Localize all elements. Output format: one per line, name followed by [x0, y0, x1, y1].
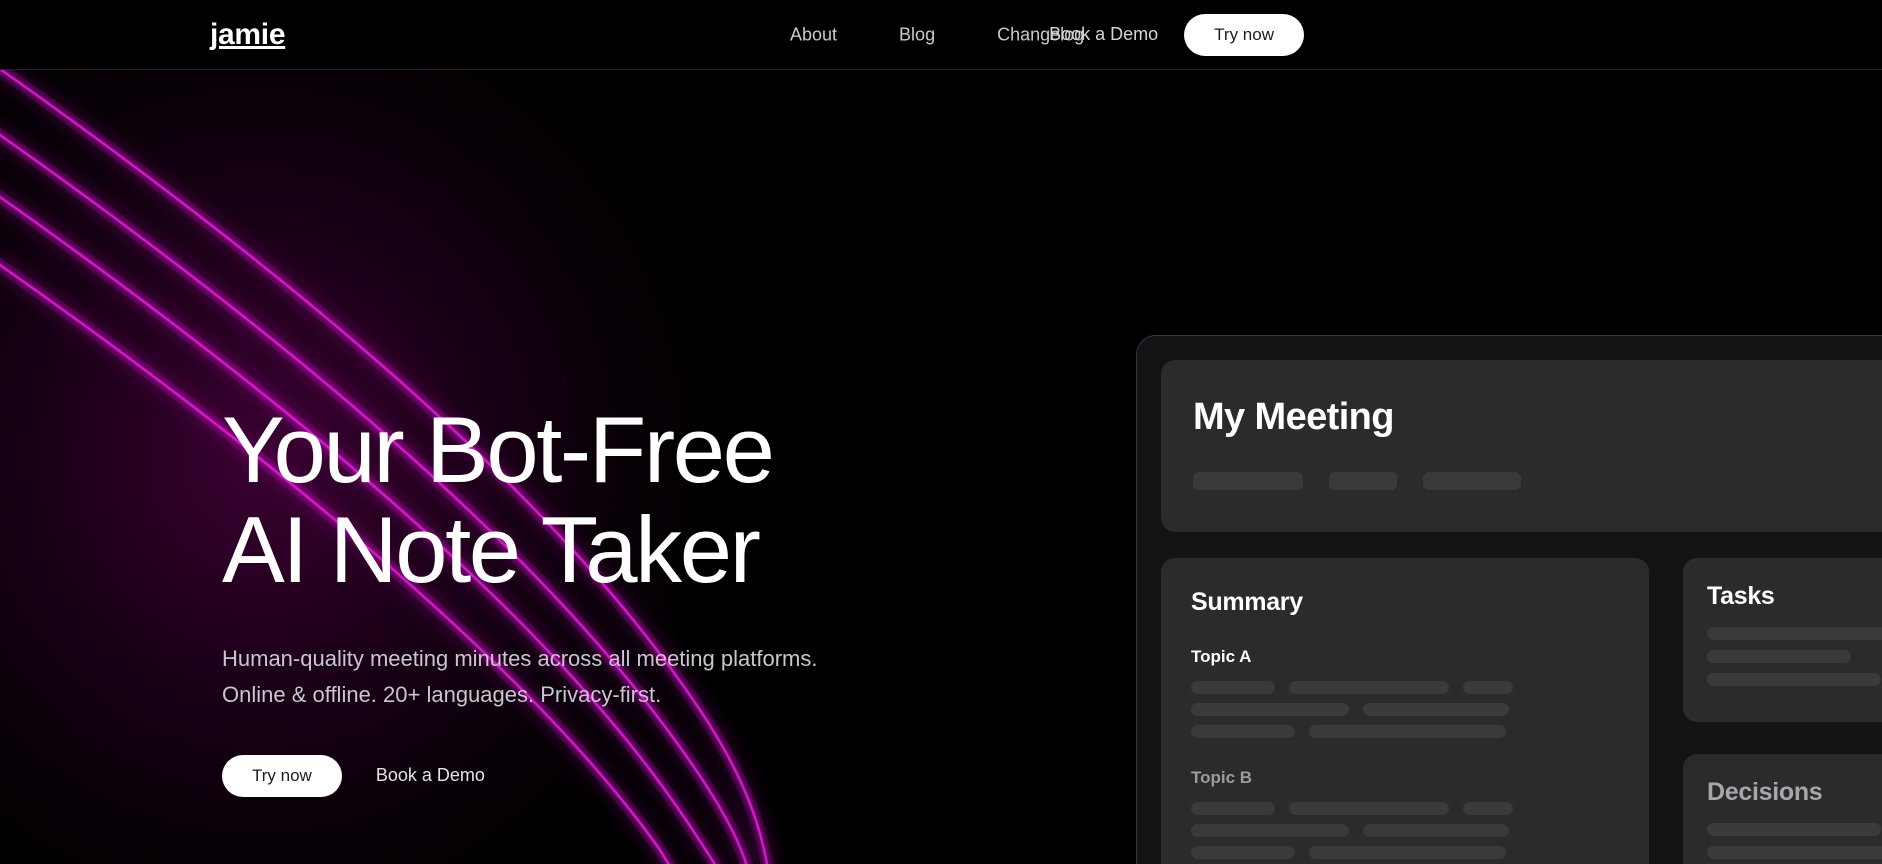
skeleton-bar: [1707, 846, 1882, 859]
meeting-header-card: My Meeting: [1161, 360, 1882, 532]
primary-nav-links: About Blog Changelog: [790, 24, 1084, 45]
hero-headline: Your Bot-Free AI Note Taker: [222, 397, 775, 602]
preview-cards-row: Summary Topic A Topic B Tasks Decisions: [1161, 558, 1882, 864]
tasks-card-title: Tasks: [1707, 582, 1775, 610]
skeleton-bar: [1289, 681, 1449, 694]
skeleton-bar: [1463, 681, 1513, 694]
skeleton-bar: [1707, 650, 1851, 663]
skeleton-row: [1191, 703, 1619, 716]
skeleton-bar: [1191, 703, 1349, 716]
hero-try-now-button[interactable]: Try now: [222, 754, 342, 797]
skeleton-bar: [1463, 802, 1513, 815]
skeleton-bar: [1191, 802, 1275, 815]
summary-card: Summary Topic A Topic B: [1161, 558, 1649, 864]
hero-cta-group: Try now Book a Demo: [222, 754, 1062, 797]
skeleton-row: [1191, 681, 1619, 694]
skeleton-bar: [1309, 846, 1506, 859]
meeting-meta-chip: [1423, 472, 1521, 490]
nav-try-now-button[interactable]: Try now: [1184, 13, 1304, 56]
nav-link-blog[interactable]: Blog: [899, 24, 935, 45]
meeting-meta-chip: [1193, 472, 1303, 490]
skeleton-row: [1191, 846, 1619, 859]
landing-page: jamie About Blog Changelog Book a Demo T…: [0, 0, 1882, 864]
top-navigation-bar: jamie About Blog Changelog Book a Demo T…: [0, 0, 1882, 70]
skeleton-bar: [1707, 673, 1881, 686]
meeting-title: My Meeting: [1193, 396, 1395, 438]
hero-subheadline: Human-quality meeting minutes across all…: [222, 646, 818, 707]
skeleton-bar: [1191, 824, 1349, 837]
summary-topic-b-skeleton: [1191, 802, 1619, 859]
hero-book-a-demo-link[interactable]: Book a Demo: [376, 765, 485, 786]
summary-topic-b-label: Topic B: [1191, 768, 1253, 787]
app-preview-panel: My Meeting Summary Topic A Topic B Tasks…: [1136, 335, 1882, 864]
summary-topic-a-label: Topic A: [1191, 647, 1252, 666]
hero-section: Your Bot-Free AI Note Taker Human-qualit…: [222, 400, 1062, 797]
nav-book-a-demo-link[interactable]: Book a Demo: [1049, 24, 1158, 45]
skeleton-bar: [1363, 703, 1509, 716]
tasks-card: Tasks: [1683, 558, 1882, 722]
skeleton-bar: [1363, 824, 1509, 837]
skeleton-bar: [1289, 802, 1449, 815]
skeleton-bar: [1707, 627, 1882, 640]
skeleton-bar: [1191, 846, 1295, 859]
meeting-meta-chips: [1193, 472, 1882, 490]
nav-link-about[interactable]: About: [790, 24, 837, 45]
skeleton-bar: [1309, 725, 1506, 738]
brand-logo[interactable]: jamie: [210, 18, 286, 52]
meeting-meta-chip: [1329, 472, 1397, 490]
skeleton-bar: [1191, 725, 1295, 738]
skeleton-bar: [1707, 823, 1881, 836]
summary-card-title: Summary: [1191, 588, 1303, 616]
skeleton-bar: [1191, 681, 1275, 694]
summary-topic-a-skeleton: [1191, 681, 1619, 738]
skeleton-row: [1191, 824, 1619, 837]
skeleton-row: [1191, 725, 1619, 738]
nav-actions: Book a Demo Try now: [1049, 13, 1304, 56]
preview-side-column: Tasks Decisions: [1683, 558, 1882, 864]
decisions-card-title: Decisions: [1707, 778, 1823, 806]
skeleton-row: [1191, 802, 1619, 815]
decisions-card: Decisions: [1683, 754, 1882, 864]
